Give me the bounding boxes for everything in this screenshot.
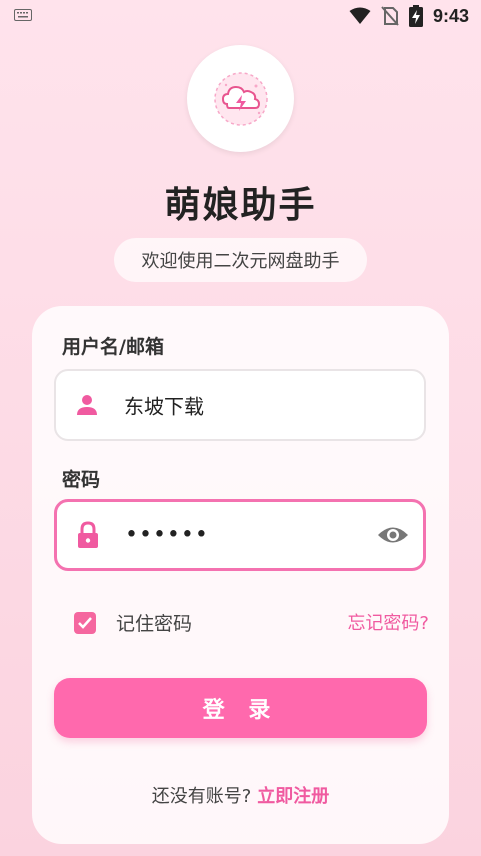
remember-checkbox[interactable]: [74, 611, 96, 634]
username-value: 东坡下载: [124, 394, 204, 419]
username-field[interactable]: 东坡下载: [54, 369, 426, 441]
remember-password[interactable]: 记住密码: [74, 609, 192, 636]
subtitle-badge: 欢迎使用二次元网盘助手: [114, 238, 367, 282]
battery-charging-icon: [408, 5, 423, 27]
lock-icon: [75, 521, 101, 548]
forgot-password-link[interactable]: 忘记密码?: [347, 609, 429, 635]
remember-label: 记住密码: [116, 613, 193, 635]
password-field[interactable]: ••••••: [54, 499, 426, 571]
storm-cloud-icon: [213, 71, 268, 126]
status-icons: 9:43: [349, 4, 469, 28]
register-prompt: 还没有账号? 立即注册: [32, 782, 449, 808]
password-value: ••••••: [125, 522, 209, 548]
password-label: 密码: [62, 469, 101, 491]
app-title: 萌娘助手: [164, 185, 317, 226]
login-card: 用户名/邮箱 东坡下载 密码 •••••• 记住密码 忘记密码? 登 录 还没有…: [32, 306, 449, 844]
keyboard-icon: [14, 9, 32, 21]
check-icon: [78, 616, 92, 629]
status-time: 9:43: [432, 5, 469, 26]
register-link[interactable]: 立即注册: [257, 786, 329, 807]
wifi-icon: [349, 7, 371, 24]
person-icon: [74, 392, 100, 418]
status-bar: 9:43: [0, 0, 481, 32]
no-sim-icon: [381, 6, 399, 26]
no-account-text: 还没有账号?: [151, 786, 252, 807]
eye-icon[interactable]: [377, 523, 409, 547]
login-button[interactable]: 登 录: [54, 678, 427, 738]
username-label: 用户名/邮箱: [62, 336, 164, 358]
subtitle-text: 欢迎使用二次元网盘助手: [141, 251, 340, 272]
app-logo: [187, 45, 294, 152]
